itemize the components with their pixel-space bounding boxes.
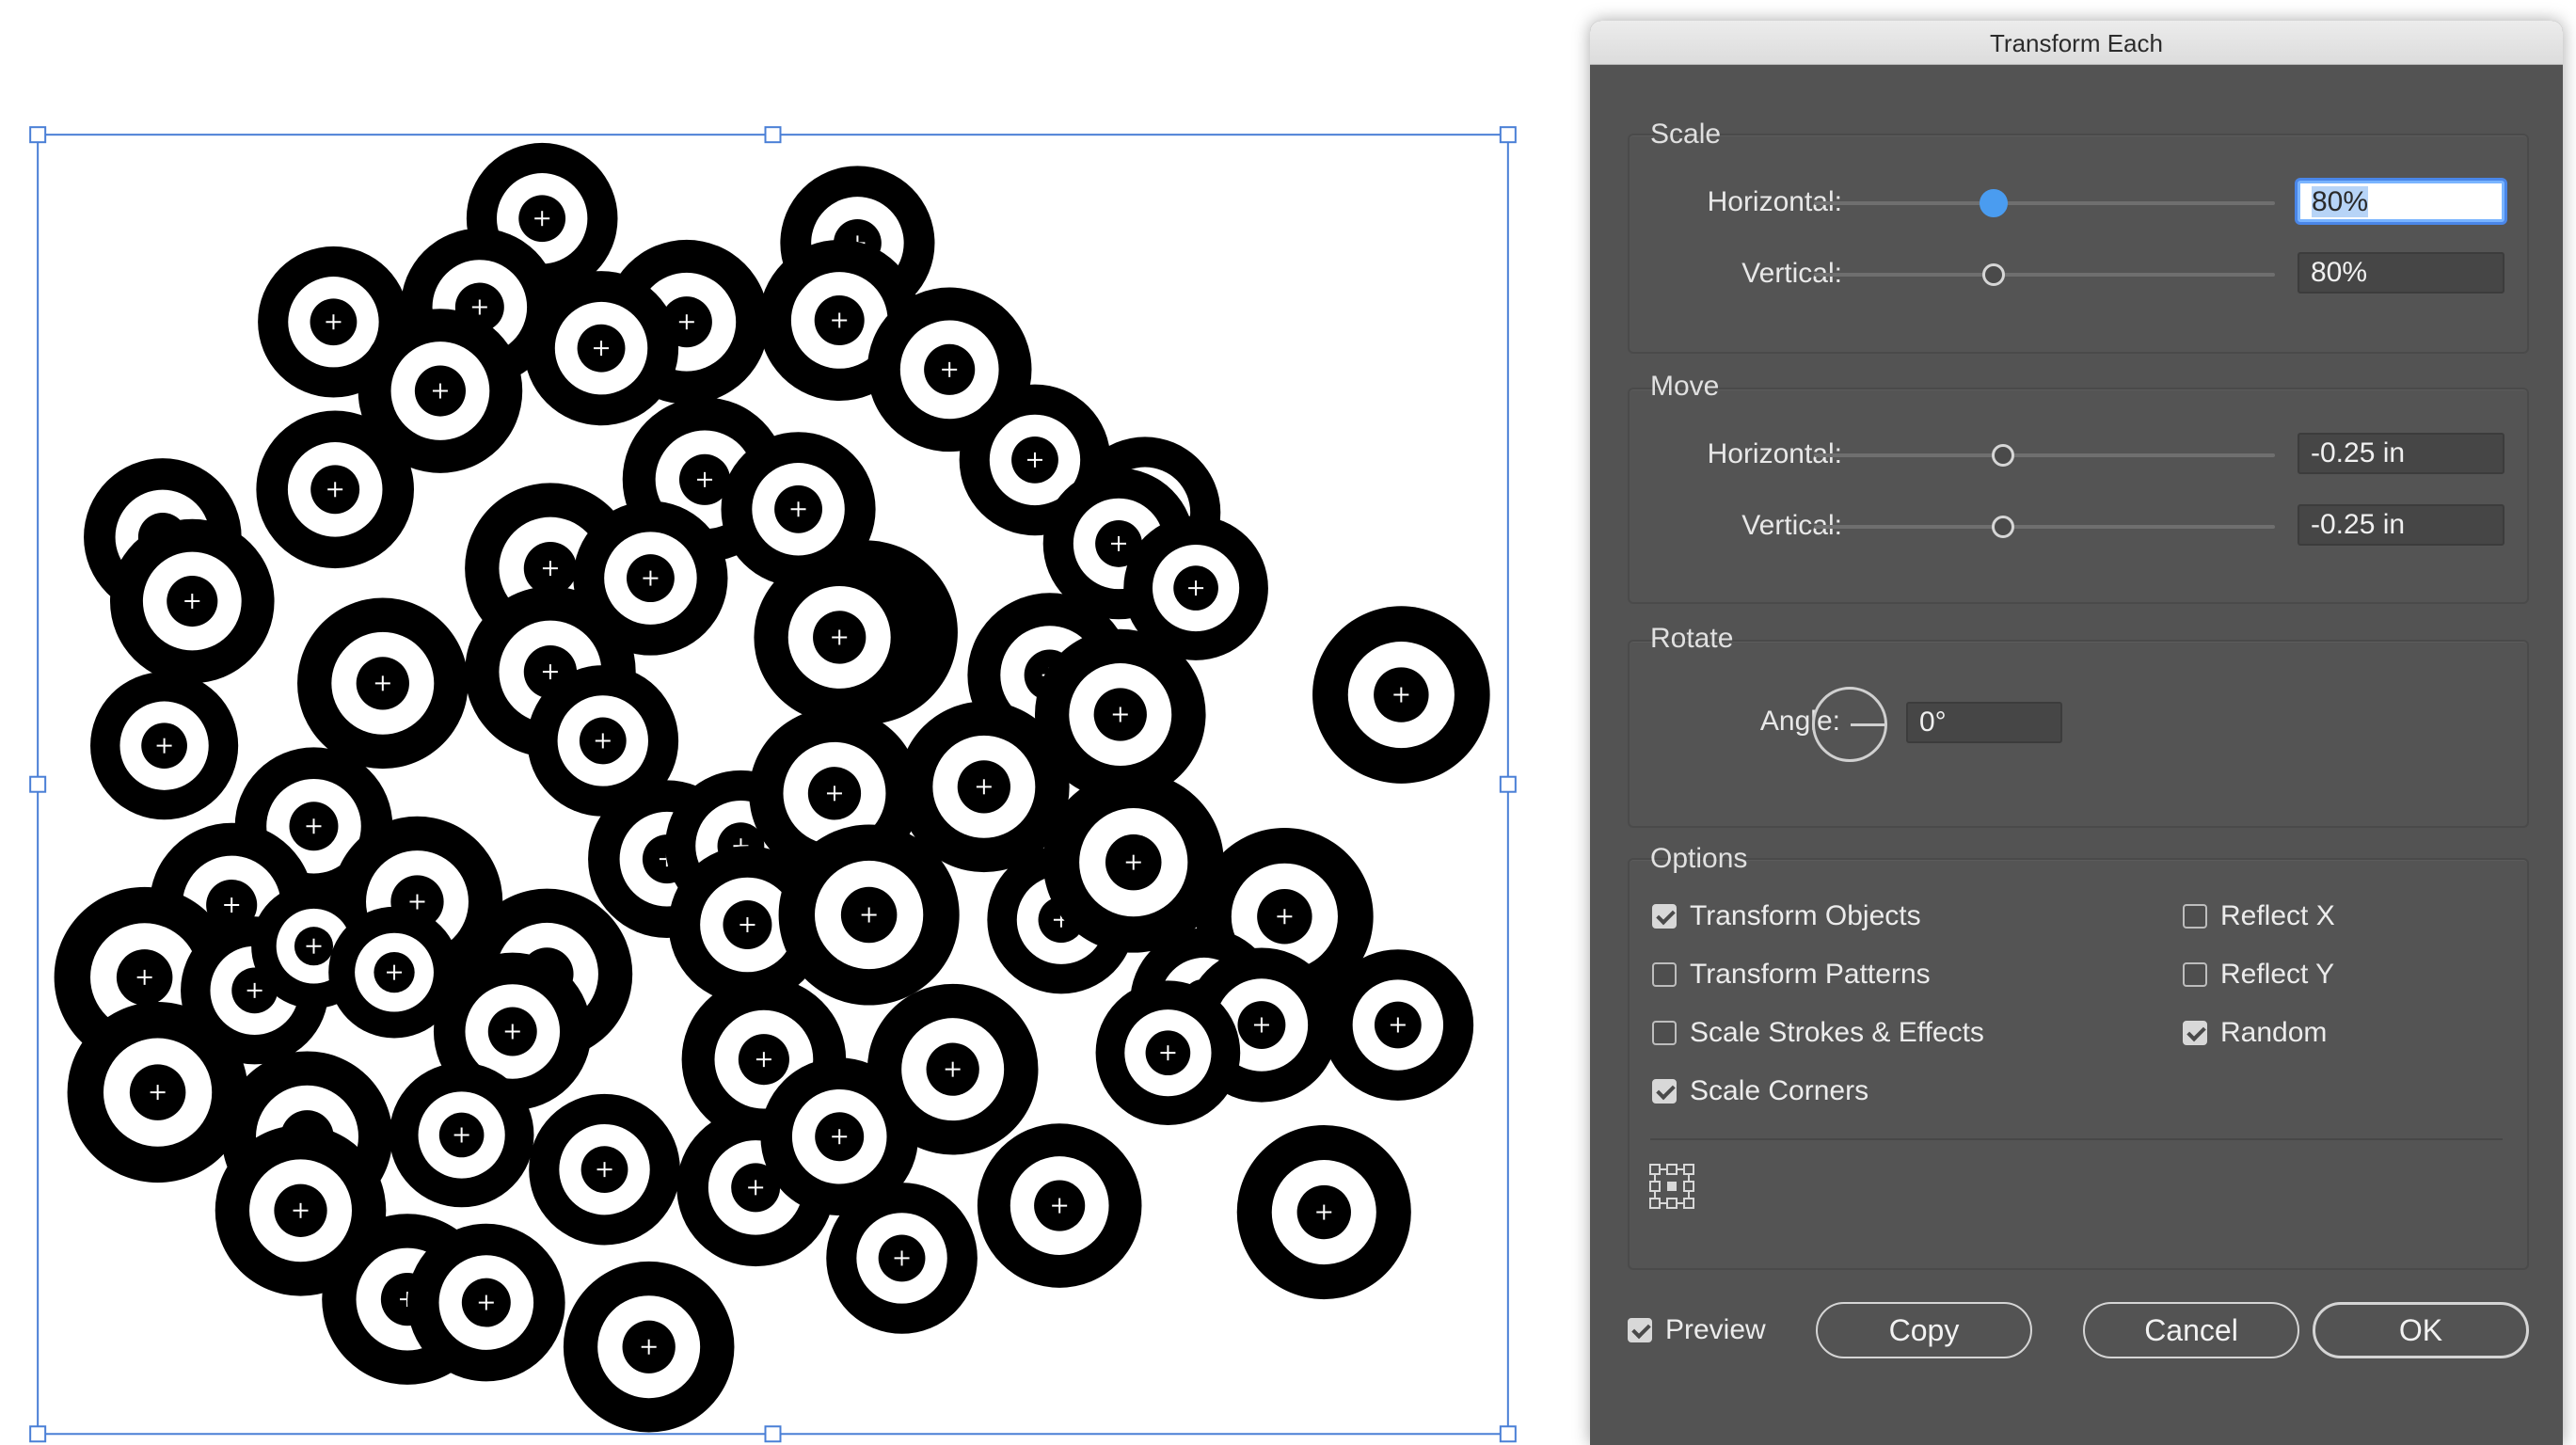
move-horizontal-slider-track[interactable] (1814, 453, 2275, 457)
move-horizontal-slider-thumb[interactable] (1991, 444, 2014, 467)
scale-horizontal-label: Horizontal: (1707, 186, 1842, 217)
target-ring[interactable] (90, 672, 239, 820)
scale-horizontal-slider-thumb[interactable] (1980, 189, 2009, 217)
scale-group (1628, 134, 2529, 354)
target-ring[interactable] (407, 1223, 565, 1382)
reference-point-grid-icon[interactable] (1648, 1163, 1695, 1210)
target-ring[interactable] (297, 597, 469, 770)
reflect-x-option[interactable]: Reflect X (2183, 897, 2335, 935)
target-ring[interactable] (67, 1002, 248, 1183)
move-group (1628, 388, 2529, 604)
target-ring[interactable] (977, 1123, 1142, 1288)
transform-objects-checkbox[interactable] (1652, 904, 1677, 929)
options-group-label: Options (1650, 843, 1748, 874)
transform-patterns-label: Transform Patterns (1690, 959, 1931, 990)
selection-handle[interactable] (29, 1425, 47, 1443)
target-ring[interactable] (826, 1183, 978, 1334)
random-label: Random (2220, 1017, 2328, 1048)
target-ring[interactable] (778, 824, 960, 1006)
target-ring[interactable] (109, 518, 275, 684)
selection-handle[interactable] (764, 1425, 782, 1443)
cancel-button[interactable]: Cancel (2083, 1302, 2299, 1358)
move-vertical-slider-thumb[interactable] (1991, 516, 2014, 538)
transform-objects-option[interactable]: Transform Objects (1652, 897, 1921, 935)
preview-checkbox[interactable] (1628, 1318, 1652, 1342)
preview-option[interactable]: Preview (1628, 1311, 1766, 1349)
copy-button[interactable]: Copy (1816, 1302, 2032, 1358)
scale-corners-option[interactable]: Scale Corners (1652, 1072, 1868, 1110)
random-checkbox[interactable] (2183, 1021, 2207, 1045)
move-vertical-input[interactable]: -0.25 in (2298, 504, 2504, 546)
scale-strokes-checkbox[interactable] (1652, 1021, 1677, 1045)
selection-handle[interactable] (1499, 1425, 1517, 1443)
selection-handle[interactable] (1499, 126, 1517, 144)
move-vertical-label: Vertical: (1741, 510, 1842, 541)
target-ring[interactable] (1322, 949, 1474, 1101)
move-vertical-slider-track[interactable] (1814, 525, 2275, 529)
scale-strokes-label: Scale Strokes & Effects (1690, 1017, 1984, 1048)
transform-patterns-checkbox[interactable] (1652, 962, 1677, 987)
scale-horizontal-slider-track[interactable] (1814, 201, 2275, 205)
target-ring[interactable] (1312, 606, 1490, 784)
rotate-angle-label: Angle: (1759, 706, 1840, 737)
scale-strokes-option[interactable]: Scale Strokes & Effects (1652, 1014, 1984, 1052)
artboard-canvas[interactable] (0, 0, 1590, 1445)
preview-label: Preview (1665, 1314, 1766, 1345)
target-ring[interactable] (256, 410, 414, 569)
transform-patterns-option[interactable]: Transform Patterns (1652, 956, 1931, 993)
scale-vertical-slider-track[interactable] (1814, 273, 2275, 277)
angle-dial-icon[interactable] (1812, 687, 1887, 762)
target-ring[interactable] (563, 1261, 735, 1433)
target-ring[interactable] (1095, 980, 1241, 1126)
scale-vertical-label: Vertical: (1741, 258, 1842, 289)
random-option[interactable]: Random (2183, 1014, 2327, 1052)
target-ring[interactable] (389, 1062, 534, 1208)
scale-vertical-input[interactable]: 80% (2298, 252, 2504, 294)
reflect-y-option[interactable]: Reflect Y (2183, 956, 2334, 993)
scale-vertical-slider-thumb[interactable] (1982, 263, 2006, 286)
transform-each-dialog: Transform Each Scale Horizontal: 80% Ver… (1590, 21, 2563, 1445)
target-rings-artwork[interactable] (0, 0, 1590, 1445)
move-group-label: Move (1650, 371, 1720, 402)
rotate-group-label: Rotate (1650, 623, 1734, 654)
scale-corners-label: Scale Corners (1690, 1075, 1869, 1106)
move-horizontal-label: Horizontal: (1707, 438, 1842, 469)
target-ring[interactable] (1236, 1125, 1411, 1300)
selection-handle[interactable] (29, 126, 47, 144)
move-horizontal-input[interactable]: -0.25 in (2298, 433, 2504, 474)
target-ring[interactable] (529, 1093, 680, 1246)
dialog-title: Transform Each (1590, 21, 2563, 65)
options-divider (1650, 1138, 2503, 1140)
scale-corners-checkbox[interactable] (1652, 1079, 1677, 1104)
target-ring[interactable] (754, 551, 925, 723)
scale-group-label: Scale (1650, 119, 1722, 150)
scale-horizontal-input[interactable]: 80% (2298, 181, 2504, 222)
reflect-y-checkbox[interactable] (2183, 962, 2207, 987)
reflect-y-label: Reflect Y (2220, 959, 2335, 990)
reflect-x-label: Reflect X (2220, 900, 2335, 931)
reflect-x-checkbox[interactable] (2183, 904, 2207, 929)
selection-handle[interactable] (1499, 775, 1517, 793)
selection-handle[interactable] (764, 126, 782, 144)
selection-handle[interactable] (29, 775, 47, 793)
rotate-angle-input[interactable]: 0° (1906, 702, 2062, 743)
transform-objects-label: Transform Objects (1690, 900, 1921, 931)
ok-button[interactable]: OK (2313, 1302, 2529, 1358)
target-ring[interactable] (523, 271, 679, 426)
